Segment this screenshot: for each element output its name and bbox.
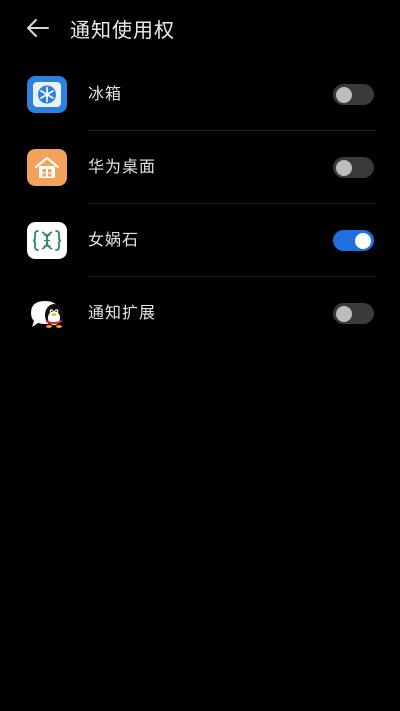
list-item-notification-extension[interactable]: 通知扩展 — [0, 277, 400, 350]
huawei-launcher-toggle[interactable] — [333, 157, 374, 178]
toggle-knob — [355, 232, 371, 249]
app-name: 冰箱 — [88, 84, 123, 103]
back-button[interactable] — [20, 14, 56, 46]
toggle-knob — [336, 86, 352, 103]
nvwashi-toggle[interactable] — [333, 230, 374, 251]
app-name: 华为桌面 — [88, 157, 157, 176]
notification-extension-toggle[interactable] — [333, 303, 374, 324]
home-icon — [27, 149, 67, 186]
arrow-left-icon — [26, 18, 50, 42]
snowflake-icon — [27, 76, 67, 113]
list-item-nvwashi[interactable]: 女娲石 — [0, 204, 400, 277]
toggle-knob — [336, 305, 352, 322]
qq-penguin-icon — [27, 295, 67, 332]
app-name: 通知扩展 — [88, 303, 157, 322]
toggle-knob — [336, 159, 352, 176]
app-list: 冰箱 华为桌面 女娲石 通知扩展 — [0, 58, 400, 350]
page-title: 通知使用权 — [70, 18, 175, 42]
dna-icon — [27, 222, 67, 259]
title-bar: 通知使用权 — [0, 0, 400, 60]
list-item-huawei-launcher[interactable]: 华为桌面 — [0, 131, 400, 204]
fridge-toggle[interactable] — [333, 84, 374, 105]
list-item-fridge[interactable]: 冰箱 — [0, 58, 400, 131]
app-name: 女娲石 — [88, 230, 140, 249]
